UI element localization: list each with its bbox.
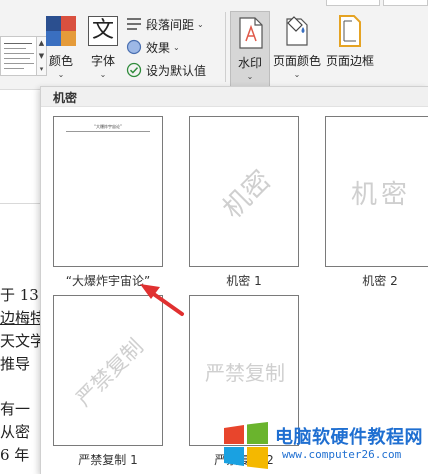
chevron-down-icon: ⌄ (293, 70, 301, 79)
doc-line: 边梅特 (0, 309, 40, 327)
watermark-preview-page: 机密 (325, 116, 428, 267)
ribbon: ▲ ▼ ▾ 颜色 ⌄ 文 字体 ⌄ 段落间距 ⌄ 效果 ⌄ 设为默认值 水印 ⌄… (0, 0, 428, 90)
effects-button[interactable]: 效果 ⌄ (126, 38, 180, 56)
doc-line: 天文学 (0, 332, 40, 350)
doc-line: 6 年 (0, 446, 30, 464)
paragraph-spacing-icon (126, 16, 142, 32)
document-body: 于 13 边梅特 天文学 推导 有一 从密 6 年 (0, 90, 40, 474)
watermark-caption: 机密 1 (226, 274, 262, 288)
chevron-down-icon: ⌄ (197, 19, 204, 29)
paragraph-spacing-button[interactable]: 段落间距 ⌄ (126, 15, 204, 33)
watermark-button[interactable]: 水印 ⌄ (230, 11, 270, 88)
site-logo: 电脑软硬件教程网 www.computer26.com (220, 420, 428, 474)
set-as-default-label: 设为默认值 (146, 63, 207, 78)
watermark-gallery-panel: 机密 “大爆炸宇宙论” “大爆炸宇宙论” 机密 机密 1 机密 机密 2 严禁复… (40, 86, 428, 474)
watermark-preview-page: “大爆炸宇宙论” (53, 116, 163, 267)
page-color-button[interactable]: 页面颜色 ⌄ (272, 10, 322, 86)
watermark-text: 严禁复制 (71, 334, 148, 411)
fonts-button[interactable]: 文 字体 ⌄ (84, 10, 122, 86)
windows-logo-icon (224, 422, 268, 469)
fonts-icon: 文 (88, 16, 118, 46)
header-rule (66, 131, 150, 132)
ribbon-top-strip (0, 0, 428, 8)
chevron-down-icon: ⌄ (173, 42, 180, 52)
doc-line: 推导 (0, 355, 31, 373)
page-color-icon (286, 16, 308, 46)
page-border-icon (339, 15, 361, 47)
section-title: 机密 (53, 91, 78, 105)
chevron-down-icon: ⌄ (57, 70, 65, 79)
doc-line: 有一 (0, 400, 31, 418)
watermark-text: 严禁复制 (205, 361, 285, 385)
paragraph-spacing-label: 段落间距 (146, 17, 195, 32)
chevron-down-icon: ⌄ (246, 72, 254, 81)
logo-name: 电脑软硬件教程网 (275, 427, 423, 448)
watermark-label: 水印 (237, 56, 262, 70)
color-palette-icon (46, 16, 76, 46)
chevron-down-icon: ⌄ (99, 70, 107, 79)
style-gallery[interactable] (0, 36, 37, 76)
page-border-button[interactable]: 页面边框 (324, 10, 376, 86)
doc-line: 于 13 (0, 286, 39, 304)
logo-url: www.computer26.com (282, 448, 402, 461)
page-color-label: 页面颜色 (272, 54, 321, 68)
colors-label: 颜色 (48, 54, 73, 68)
section-header: 机密 (41, 87, 428, 107)
doc-divider (0, 203, 40, 204)
watermark-preview-page: 严禁复制 (53, 295, 163, 446)
watermark-caption: 机密 2 (362, 274, 398, 288)
watermark-text: 机密 (350, 180, 411, 210)
watermark-preview-page: 机密 (189, 116, 299, 267)
watermark-text: 机密 (217, 164, 278, 225)
watermark-icon (239, 17, 263, 49)
watermark-caption: “大爆炸宇宙论” (65, 274, 151, 288)
ribbon-top-button-stub[interactable] (326, 0, 380, 6)
colors-button[interactable]: 颜色 ⌄ (42, 10, 80, 86)
effects-icon (126, 39, 142, 55)
effects-label: 效果 (146, 40, 171, 55)
ribbon-top-button-stub[interactable] (383, 0, 428, 6)
page-border-label: 页面边框 (325, 54, 374, 68)
fonts-label: 字体 (90, 54, 115, 68)
custom-watermark-text: “大爆炸宇宙论” (93, 124, 123, 129)
group-separator (225, 12, 226, 82)
doc-line: 从密 (0, 423, 31, 441)
watermark-caption: 严禁复制 1 (78, 453, 138, 467)
set-as-default-button[interactable]: 设为默认值 (126, 61, 206, 79)
checkmark-icon (126, 62, 142, 78)
